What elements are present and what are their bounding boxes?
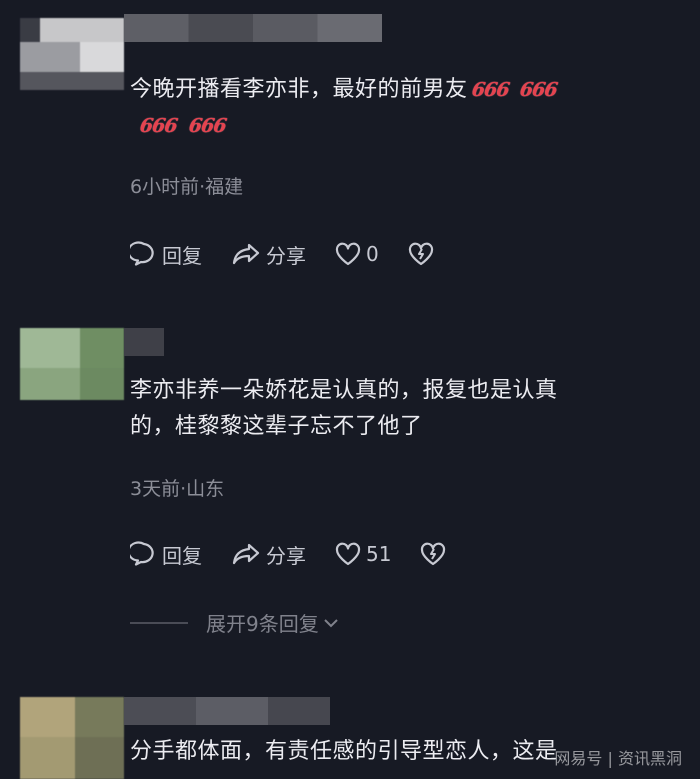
comment-text: 李亦非养一朵娇花是认真的，报复也是认真 的，桂黎黎这辈子忘不了他了: [130, 373, 675, 445]
comment-meta: 3天前·山东: [130, 478, 225, 500]
comment-text-line: 李亦非养一朵娇花是认真的，报复也是认真: [130, 378, 558, 403]
share-arrow-icon: [232, 543, 260, 565]
reply-button[interactable]: 回复: [130, 540, 202, 569]
comment-text: 今晚开播看李亦非，最好的前男友 666 666 666 666: [130, 72, 675, 144]
expand-replies-button[interactable]: 展开9条回复: [130, 608, 341, 637]
avatar[interactable]: [20, 697, 124, 779]
share-button[interactable]: 分享: [230, 540, 306, 569]
share-arrow-icon: [232, 243, 260, 265]
username-mosaic[interactable]: [124, 328, 164, 356]
username-mosaic[interactable]: [124, 697, 330, 725]
reply-label: 回复: [162, 543, 202, 568]
comment-meta: 6小时前·福建: [130, 176, 244, 198]
expand-replies-label: 展开9条回复: [206, 612, 319, 636]
comment-actions: 回复 分享 0: [130, 237, 467, 271]
comment-actions: 回复 分享 51: [130, 537, 479, 571]
emoji-666: 666: [518, 79, 559, 101]
avatar[interactable]: [20, 18, 124, 90]
emoji-666: 666: [187, 115, 227, 137]
divider-line: [130, 621, 188, 624]
share-label: 分享: [266, 243, 306, 268]
dislike-button[interactable]: [419, 540, 451, 568]
username-mosaic[interactable]: [124, 14, 382, 42]
comment-text-line: 的，桂黎黎这辈子忘不了他了: [130, 414, 423, 439]
emoji-666: 666: [138, 115, 179, 137]
comment-bubble-icon: [130, 241, 154, 266]
emoji-666: 666: [469, 79, 510, 101]
broken-heart-icon: [408, 242, 433, 266]
share-label: 分享: [266, 543, 306, 568]
like-count: 51: [366, 542, 392, 566]
comment-text-main: 今晚开播看李亦非，最好的前男友: [130, 77, 468, 102]
avatar[interactable]: [20, 328, 124, 400]
dislike-button[interactable]: [407, 240, 439, 268]
like-button[interactable]: 51: [334, 540, 391, 568]
comment-bubble-icon: [130, 541, 154, 566]
chevron-down-icon: [324, 618, 338, 627]
share-button[interactable]: 分享: [230, 240, 306, 269]
watermark: 网易号 | 资讯黑洞: [554, 749, 682, 768]
reply-button[interactable]: 回复: [130, 240, 202, 269]
heart-icon: [335, 542, 361, 566]
like-button[interactable]: 0: [334, 240, 379, 268]
heart-icon: [335, 242, 361, 266]
reply-label: 回复: [162, 243, 202, 268]
like-count: 0: [366, 242, 379, 266]
broken-heart-icon: [421, 542, 446, 566]
